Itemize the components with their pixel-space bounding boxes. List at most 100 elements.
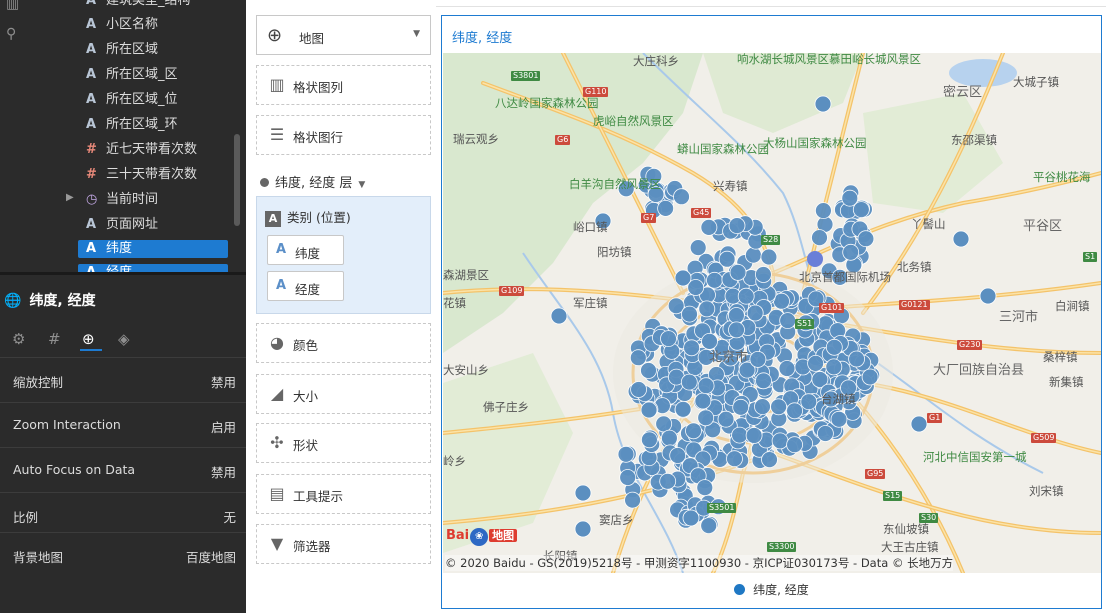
map-place-label: 大厂回族自治县 (933, 363, 1025, 378)
map-place-label: 东仙坡镇 (883, 522, 929, 536)
table-icon[interactable]: ▥ (6, 0, 19, 12)
prop-row-auto-focus[interactable]: Auto Focus on Data 禁用 (0, 447, 246, 492)
data-point (770, 398, 788, 416)
field-item[interactable]: A 所在区域_环 (78, 116, 228, 134)
map-place-label: 白羊沟自然风景区 (569, 177, 661, 191)
shelf-columns[interactable]: ▥ 格状图列 (256, 65, 431, 105)
road-badge: G95 (865, 469, 886, 479)
road-badge: G45 (691, 208, 712, 218)
shelf-shape[interactable]: ✣ 形状 (256, 423, 431, 463)
shelf-label: 工具提示 (293, 489, 344, 504)
map-place-label: 大庄科乡 (633, 54, 679, 68)
data-point (640, 401, 658, 419)
gear-icon[interactable]: ⚙ (12, 330, 25, 348)
text-type-icon: A (86, 217, 97, 232)
chart-title: 纬度, 经度 (452, 31, 513, 46)
layer-header-label: 纬度, 经度 层 (275, 176, 353, 191)
layer-header[interactable]: 纬度, 经度 层 ▼ (260, 172, 365, 191)
field-list-scrollbar[interactable] (234, 134, 240, 226)
data-point (754, 266, 772, 283)
shelf-rows[interactable]: ☰ 格状图行 (256, 115, 431, 155)
hash-grid-icon[interactable]: # (48, 330, 61, 348)
prop-row-zoom-interaction[interactable]: Zoom Interaction 启用 (0, 402, 246, 447)
data-point (697, 377, 715, 395)
field-item-longitude[interactable]: A 经度 (78, 264, 228, 272)
left-panel: ▥ ⚲ A 建筑类型_结构 A 小区名称 A 所在区域 A 所在区域_区 A 所在区域_位… (0, 0, 246, 613)
prop-value[interactable]: 禁用 (211, 372, 236, 391)
map-type-select[interactable]: ⊕ 地图 ▼ (256, 15, 431, 55)
map-place-label: 八达岭国家森林公园 (495, 96, 599, 110)
expand-arrow-icon[interactable]: ▶ (66, 192, 74, 203)
data-point (746, 304, 764, 322)
chevron-down-icon[interactable]: ▼ (413, 29, 420, 39)
map-place-label: 台湖镇 (821, 392, 856, 406)
shelf-filter[interactable]: ▼ 筛选器 (256, 524, 431, 564)
text-type-icon: A (276, 278, 287, 293)
map-place-label: 北京首都国际机场 (799, 270, 891, 284)
shelf-label: 大小 (293, 389, 319, 404)
prop-row-zoom-control[interactable]: 缩放控制 禁用 (0, 357, 246, 402)
layer-box[interactable]: A 类别 (位置) A 纬度 A 经度 (256, 196, 431, 314)
field-item[interactable]: A 所在区域 (78, 41, 228, 59)
layers-icon[interactable]: ◈ (118, 330, 130, 348)
prop-row-scale[interactable]: 比例 无 (0, 492, 246, 537)
field-item[interactable]: # 近七天带看次数 (78, 141, 228, 159)
field-item[interactable]: A 页面网址 (78, 216, 228, 234)
shelf-tooltip[interactable]: ▤ 工具提示 (256, 474, 431, 514)
text-type-icon: A (265, 211, 281, 227)
legend-dot (734, 584, 746, 595)
shapes-icon: ✣ (270, 433, 284, 452)
map-place-label: 密云区 (943, 85, 983, 100)
columns-icon: ▥ (269, 75, 285, 94)
prop-value[interactable]: 百度地图 (186, 547, 236, 566)
data-point (814, 95, 832, 113)
active-tab-indicator (80, 349, 102, 351)
data-point (694, 392, 712, 410)
shelf-color[interactable]: ◕ 颜色 (256, 323, 431, 363)
chevron-down-icon[interactable]: ▼ (358, 180, 365, 190)
prop-value[interactable]: 禁用 (211, 462, 236, 481)
field-item-latitude[interactable]: A 纬度 (78, 240, 228, 258)
text-type-icon: A (86, 117, 97, 132)
data-point (698, 300, 716, 318)
data-point (731, 426, 749, 444)
data-point (619, 469, 637, 486)
water-body (949, 59, 1017, 87)
field-item[interactable]: A 所在区域_位 (78, 91, 228, 109)
field-label: 建筑类型_结构 (106, 0, 191, 8)
map-canvas[interactable]: 大庄科乡 响水湖长城风景区 慕田峪长城风景区 大城子镇 密云区 八达岭国家森林公园 虎峪自然… (443, 53, 1101, 573)
globe-tab-icon[interactable]: ⊕ (82, 330, 95, 348)
pill-longitude[interactable]: A 经度 (267, 271, 344, 301)
map-chart[interactable]: 纬度, 经度 大庄科乡 响水湖长城风景区 慕田峪长城风景区 大城子镇 密云区 八达岭国家森… (441, 15, 1102, 609)
left-rail: ▥ ⚲ (0, 0, 34, 272)
prop-value[interactable]: 无 (223, 507, 236, 526)
data-point (760, 248, 778, 266)
clock-icon: ◷ (86, 192, 98, 207)
field-item[interactable]: # 三十天带看次数 (78, 166, 228, 184)
field-item[interactable]: A 建筑类型_结构 (78, 0, 228, 10)
map-place-label: 花镇 (443, 296, 466, 310)
analytics-search-icon[interactable]: ⚲ (6, 26, 16, 42)
field-item[interactable]: A 小区名称 (78, 16, 228, 34)
map-place-label: 瑞云观乡 (453, 132, 499, 146)
field-item[interactable]: A 所在区域_区 (78, 66, 228, 84)
data-point (617, 445, 635, 463)
field-item[interactable]: ◷ 当前时间 (78, 191, 228, 209)
pill-latitude[interactable]: A 纬度 (267, 235, 344, 265)
map-place-label: 北京市 (709, 350, 749, 365)
shelf-label: 形状 (293, 438, 319, 453)
data-point (673, 188, 690, 206)
map-place-label: 白涧镇 (1055, 299, 1090, 313)
shelf-size[interactable]: ◢ 大小 (256, 374, 431, 414)
data-point (726, 450, 743, 468)
map-place-label: 响水湖长城风景区 (737, 53, 829, 66)
chart-legend[interactable]: 纬度, 经度 (442, 581, 1101, 598)
paw-icon: ❀ (470, 528, 489, 546)
size-icon: ◢ (270, 384, 284, 403)
prop-value[interactable]: 启用 (211, 417, 236, 436)
panel-divider[interactable] (0, 272, 246, 275)
prop-row-background-map[interactable]: 背景地图 百度地图 (0, 532, 246, 577)
data-point (630, 381, 648, 398)
data-point (659, 472, 677, 490)
data-point (779, 312, 797, 330)
